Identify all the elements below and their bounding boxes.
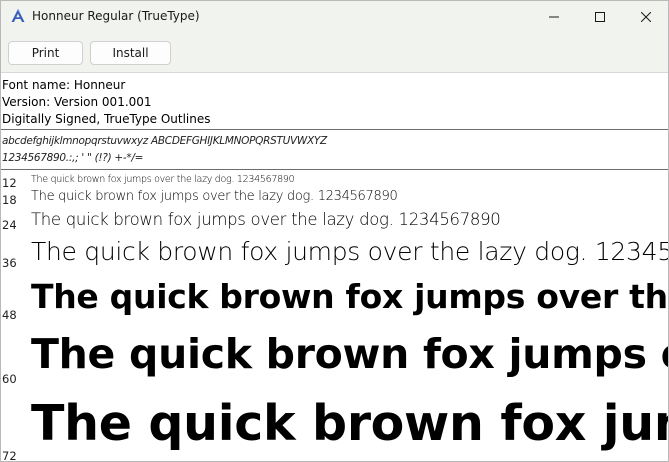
- font-signature: Digitally Signed, TrueType Outlines: [2, 112, 211, 126]
- sample-text: The quick brown fox jumps over the lazy …: [31, 174, 295, 185]
- divider: [1, 169, 668, 170]
- charset-symbols: 1234567890.:,; ' " (!?) +-*/=: [2, 152, 144, 164]
- size-label: 12: [2, 176, 17, 190]
- divider: [1, 129, 668, 130]
- charset-letters: abcdefghijklmnopqrstuvwxyz ABCDEFGHIJKLM…: [2, 135, 327, 147]
- close-icon: [640, 7, 652, 26]
- size-label: 24: [2, 218, 17, 232]
- minimize-icon: [549, 7, 559, 26]
- size-label: 48: [2, 308, 17, 322]
- size-label: 36: [2, 256, 17, 270]
- close-button[interactable]: [623, 1, 668, 32]
- font-file-icon: [10, 8, 26, 24]
- toolbar: Print Install: [1, 32, 668, 73]
- sample-text: The quick brown fox jumps over the lazy …: [31, 330, 668, 378]
- font-name: Font name: Honneur: [2, 78, 126, 92]
- maximize-button[interactable]: [577, 1, 623, 32]
- font-preview-area[interactable]: Font name: Honneur Version: Version 001.…: [1, 74, 668, 462]
- print-button[interactable]: Print: [8, 41, 83, 65]
- install-button[interactable]: Install: [90, 41, 171, 65]
- sample-text: The quick brown fox jumps over the lazy …: [31, 237, 668, 266]
- sample-text: The quick brown fox jumps over the lazy …: [31, 210, 501, 229]
- font-version: Version: Version 001.001: [2, 95, 152, 109]
- font-viewer-window: Honneur Regular (TrueType) Print Install…: [0, 0, 669, 462]
- size-label: 72: [2, 449, 17, 462]
- sample-text: The quick brown fox jumps over the lazy …: [31, 277, 668, 316]
- minimize-button[interactable]: [531, 1, 577, 32]
- sample-text: The quick brown fox jumps over the lazy …: [31, 189, 398, 204]
- window-title: Honneur Regular (TrueType): [32, 9, 200, 23]
- title-bar[interactable]: Honneur Regular (TrueType): [1, 1, 668, 32]
- maximize-icon: [595, 7, 605, 26]
- font-info: Font name: Honneur Version: Version 001.…: [2, 77, 211, 128]
- sample-text: The quick brown fox jumps over the lazy …: [31, 395, 668, 452]
- size-label: 60: [2, 372, 17, 386]
- size-label: 18: [2, 193, 17, 207]
